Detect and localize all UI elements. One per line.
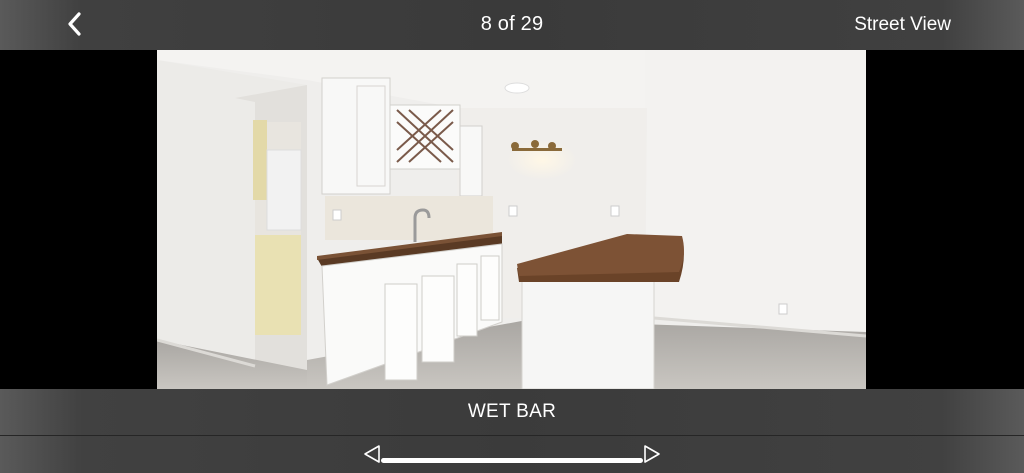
wet-bar-photo (157, 50, 866, 389)
bottom-toolbar: WET BAR (0, 389, 1024, 473)
street-view-button[interactable]: Street View (854, 14, 951, 36)
photo-caption: WET BAR (467, 401, 557, 422)
previous-photo-button[interactable] (362, 444, 382, 464)
next-photo-button[interactable] (642, 444, 662, 464)
listing-photo[interactable] (157, 50, 866, 389)
top-toolbar: 8 of 29 Street View (0, 0, 1024, 50)
photo-viewer[interactable] (0, 50, 1024, 389)
divider (0, 435, 1024, 436)
triangle-left-icon (364, 445, 380, 463)
photo-scrubber[interactable] (381, 458, 643, 463)
triangle-right-icon (644, 445, 660, 463)
